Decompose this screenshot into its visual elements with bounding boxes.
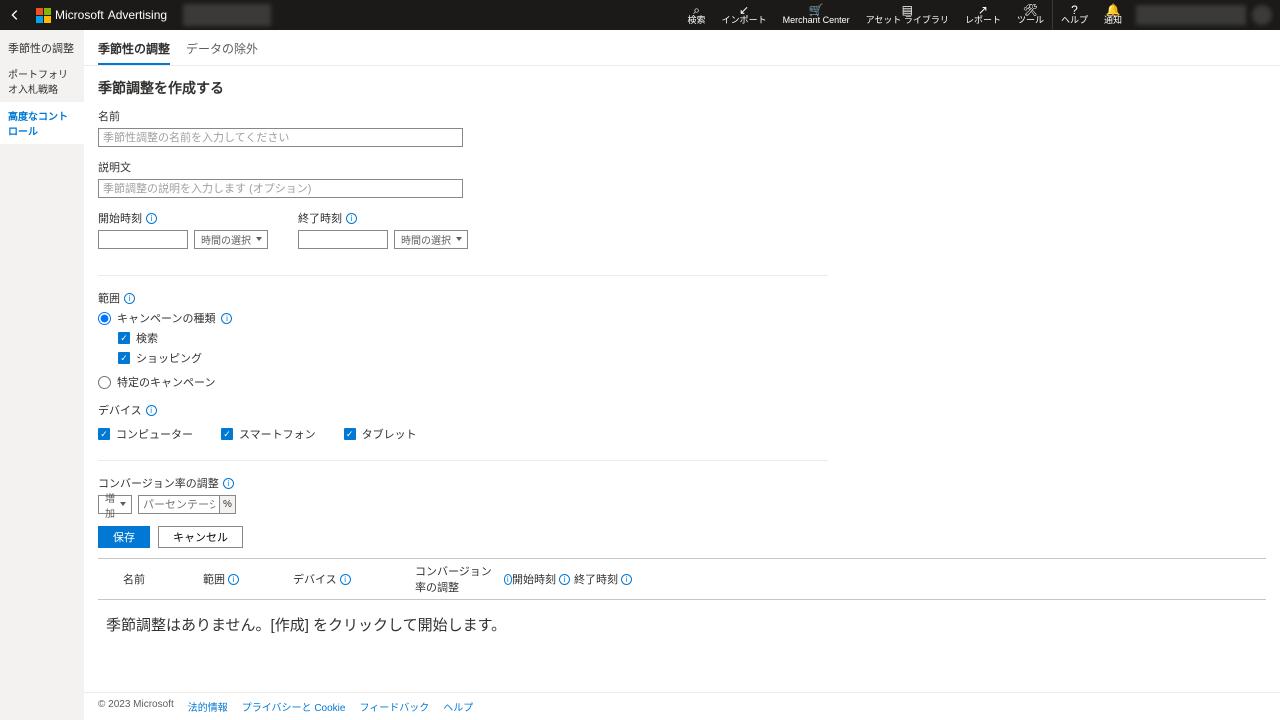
save-button[interactable]: 保存 [98, 526, 150, 548]
sidebar-title: 季節性の調整 [0, 36, 84, 60]
divider [98, 275, 828, 276]
check-search[interactable]: ✓検索 [118, 330, 1266, 346]
col-scope[interactable]: 範囲i [203, 563, 293, 595]
checkbox-checked-icon: ✓ [98, 428, 110, 440]
radio-campaign-type[interactable] [98, 312, 111, 325]
account-chip[interactable] [183, 4, 271, 26]
info-icon[interactable]: i [124, 293, 135, 304]
check-tablet[interactable]: ✓タブレット [344, 426, 417, 442]
tab-seasonality[interactable]: 季節性の調整 [98, 40, 170, 65]
brand-ms: Microsoft [55, 8, 104, 22]
sidebar: 季節性の調整 ポートフォリオ入札戦略 高度なコントロール [0, 30, 84, 720]
end-time-select[interactable]: 時間の選択 [394, 230, 468, 249]
footer-feedback[interactable]: フィードバック [359, 699, 429, 714]
top-actions: ⌕検索 ↙インポート 🛒Merchant Center ▤アセット ライブラリ … [680, 0, 1130, 30]
info-icon[interactable]: i [146, 405, 157, 416]
avatar[interactable] [1252, 5, 1272, 25]
desc-label: 説明文 [98, 159, 1266, 175]
adjustments-table: 名前 範囲i デバイスi コンバージョン率の調整i 開始時刻i 終了時刻i 季節… [98, 558, 1266, 649]
tabs: 季節性の調整 データの除外 [84, 30, 1280, 66]
col-name[interactable]: 名前 [98, 563, 203, 595]
top-tools[interactable]: 🛠ツール [1009, 0, 1052, 30]
main: 季節性の調整 データの除外 季節調整を作成する 名前 説明文 開始時刻i 時間の… [84, 30, 1280, 720]
scope-campaign-type[interactable]: キャンペーンの種類i [98, 310, 1266, 326]
col-end[interactable]: 終了時刻i [574, 563, 634, 595]
top-search[interactable]: ⌕検索 [680, 0, 714, 30]
percent-label: % [219, 496, 235, 513]
footer: © 2023 Microsoft 法的情報 プライバシーと Cookie フィー… [84, 692, 1280, 720]
checkbox-checked-icon: ✓ [344, 428, 356, 440]
name-input[interactable] [98, 128, 463, 147]
footer-privacy[interactable]: プライバシーと Cookie [242, 699, 346, 714]
col-start[interactable]: 開始時刻i [512, 563, 574, 595]
info-icon[interactable]: i [346, 213, 357, 224]
check-computer[interactable]: ✓コンピューター [98, 426, 193, 442]
end-date-input[interactable] [298, 230, 388, 249]
checkbox-checked-icon: ✓ [221, 428, 233, 440]
top-notify[interactable]: 🔔通知 [1096, 0, 1130, 30]
top-import[interactable]: ↙インポート [714, 0, 775, 30]
cancel-button[interactable]: キャンセル [158, 526, 243, 548]
tab-data-exclusion[interactable]: データの除外 [186, 40, 258, 65]
back-arrow-icon [8, 8, 22, 22]
top-help[interactable]: ?ヘルプ [1052, 0, 1096, 30]
sidebar-item-advanced[interactable]: 高度なコントロール [0, 102, 84, 144]
col-device[interactable]: デバイスi [293, 563, 415, 595]
footer-help[interactable]: ヘルプ [443, 699, 473, 714]
col-conv[interactable]: コンバージョン率の調整i [415, 563, 512, 595]
info-icon[interactable]: i [228, 574, 239, 585]
info-icon[interactable]: i [340, 574, 351, 585]
info-icon[interactable]: i [223, 478, 234, 489]
checkbox-checked-icon: ✓ [118, 332, 130, 344]
scope-label: 範囲 [98, 290, 120, 306]
microsoft-logo-icon [36, 8, 51, 23]
top-merchant[interactable]: 🛒Merchant Center [775, 0, 858, 30]
desc-input[interactable] [98, 179, 463, 198]
start-label: 開始時刻 [98, 210, 142, 226]
conv-percent-wrapper: % [138, 495, 236, 514]
empty-state: 季節調整はありません。[作成] をクリックして開始します。 [98, 600, 1266, 649]
check-smartphone[interactable]: ✓スマートフォン [221, 426, 316, 442]
divider [98, 460, 828, 461]
top-assets[interactable]: ▤アセット ライブラリ [858, 0, 957, 30]
check-shopping[interactable]: ✓ショッピング [118, 350, 1266, 366]
info-icon[interactable]: i [559, 574, 570, 585]
copyright: © 2023 Microsoft [98, 699, 174, 714]
scope-specific-campaign[interactable]: 特定のキャンペーン [98, 374, 1266, 390]
page-title: 季節調整を作成する [98, 78, 1266, 98]
start-date-input[interactable] [98, 230, 188, 249]
back-button[interactable] [0, 0, 30, 30]
device-label: デバイス [98, 402, 142, 418]
name-label: 名前 [98, 108, 1266, 124]
checkbox-checked-icon: ✓ [118, 352, 130, 364]
top-reports[interactable]: ↗レポート [957, 0, 1009, 30]
radio-specific[interactable] [98, 376, 111, 389]
conv-percent-input[interactable] [139, 496, 219, 513]
user-chip[interactable] [1136, 5, 1246, 25]
info-icon[interactable]: i [504, 574, 512, 585]
brand-adv: Advertising [108, 8, 167, 22]
info-icon[interactable]: i [621, 574, 632, 585]
info-icon[interactable]: i [146, 213, 157, 224]
top-bar: Microsoft Advertising ⌕検索 ↙インポート 🛒Mercha… [0, 0, 1280, 30]
info-icon[interactable]: i [221, 313, 232, 324]
end-label: 終了時刻 [298, 210, 342, 226]
sidebar-item-portfolio[interactable]: ポートフォリオ入札戦略 [0, 60, 84, 102]
conv-direction-select[interactable]: 増加 [98, 495, 132, 514]
brand: Microsoft Advertising [30, 8, 173, 23]
conv-label: コンバージョン率の調整 [98, 475, 219, 491]
footer-legal[interactable]: 法的情報 [188, 699, 228, 714]
start-time-select[interactable]: 時間の選択 [194, 230, 268, 249]
